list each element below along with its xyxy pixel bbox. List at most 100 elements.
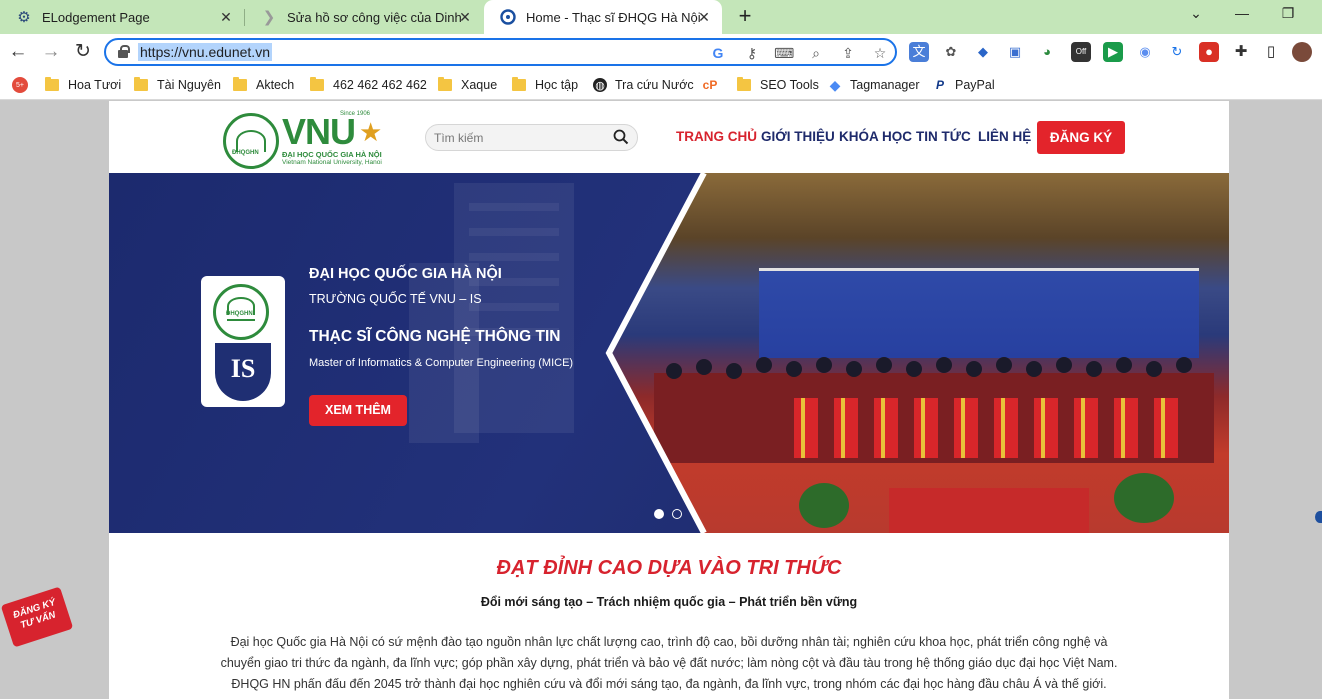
nav-gioi-thieu[interactable]: GIỚI THIỆU: [761, 129, 835, 144]
tab-title: Home - Thạc sĩ ĐHQG Hà Nội: [526, 9, 701, 25]
reload-button[interactable]: ↻: [71, 40, 95, 64]
bookmark-aktech[interactable]: Aktech: [233, 76, 294, 94]
tab-title: Sửa hồ sơ công việc của Dinh Van: [287, 9, 465, 25]
translate-icon[interactable]: ⌨: [774, 43, 794, 63]
settings-extension-icon[interactable]: ✿: [941, 42, 961, 62]
folder-icon: [438, 77, 452, 91]
gear-icon: ⚙: [17, 9, 31, 26]
vnu-emblem-icon: ĐHQGHN: [213, 284, 269, 340]
site-search: [425, 124, 638, 151]
key-icon[interactable]: ⚷: [742, 43, 762, 63]
bookmark-tagmanager[interactable]: ◆ Tagmanager: [828, 76, 920, 94]
restore-icon[interactable]: ❐: [1276, 5, 1300, 22]
hero-slider: ĐHQGHN IS ĐẠI HỌC QUỐC GIA HÀ NỘI TRƯỜNG…: [109, 173, 1229, 533]
cpanel-icon[interactable]: cP: [703, 76, 725, 94]
mission-line: chuyển giao tri thức đa ngành, đa lĩnh v…: [220, 656, 1118, 670]
register-button[interactable]: ĐĂNG KÝ: [1037, 121, 1125, 154]
folder-icon: [45, 77, 59, 91]
edge-icon: [500, 9, 516, 25]
puzzle-icon[interactable]: ✚: [1231, 42, 1251, 62]
slider-dot-1[interactable]: [654, 509, 664, 519]
nav-trang-chu[interactable]: TRANG CHỦ: [676, 129, 757, 144]
bookmark-hoa-tuoi[interactable]: Hoa Tươi: [45, 76, 121, 94]
tab-sua-ho-so[interactable]: ❯ Sửa hồ sơ công việc của Dinh Van ✕: [245, 0, 483, 34]
bookmark-tai-nguyen[interactable]: Tài Nguyên: [134, 76, 221, 94]
nav-lien-he[interactable]: LIÊN HỆ: [978, 129, 1031, 144]
chevron-down-icon[interactable]: ⌄: [1184, 5, 1208, 22]
bookmark-hoc-tap[interactable]: Học tập: [512, 76, 578, 94]
slogan-subheading: Đổi mới sáng tạo – Trách nhiệm quốc gia …: [480, 595, 858, 609]
feather-icon: ❯: [262, 9, 276, 26]
globe-icon: ◍: [593, 78, 607, 92]
page-viewport: ĐHQGHN VNU Since 1906 ★ ĐẠI HỌC QUỐC GIA…: [0, 101, 1322, 699]
mission-line: Đại học Quốc gia Hà Nội có sứ mệnh đào t…: [230, 635, 1108, 649]
site-page: ĐHQGHN VNU Since 1906 ★ ĐẠI HỌC QUỐC GIA…: [109, 101, 1229, 699]
hero-subtitle-program: Master of Informatics & Computer Enginee…: [309, 357, 574, 369]
apps-badge-icon[interactable]: 5+: [12, 76, 36, 94]
slogan-heading: ĐẠT ĐỈNH CAO DỰA VÀO TRI THỨC: [496, 557, 842, 579]
side-scroll-dot[interactable]: [1315, 511, 1322, 523]
lock-icon: [118, 45, 130, 58]
browser-toolbar: ← → ↻ https://vnu.edunet.vn G ⚷ ⌨ ⌕ ⇪ ☆ …: [0, 34, 1322, 70]
slider-dot-2[interactable]: [672, 509, 682, 519]
seo-extension-icon[interactable]: ◕: [1037, 42, 1057, 62]
paypal-icon: P: [935, 78, 944, 92]
search-input[interactable]: [434, 129, 604, 147]
sync-extension-icon[interactable]: ↻: [1167, 42, 1187, 62]
hero-title-program: THẠC SĨ CÔNG NGHỆ THÔNG TIN: [309, 328, 561, 345]
bookmark-462[interactable]: 462 462 462 462: [310, 76, 427, 94]
minimize-icon[interactable]: —: [1230, 5, 1254, 21]
vnu-emblem-icon[interactable]: ĐHQGHN: [223, 113, 279, 169]
folder-icon: [737, 77, 751, 91]
folder-icon: [233, 77, 247, 91]
logo-brand[interactable]: VNU: [282, 111, 356, 153]
google-icon[interactable]: G: [708, 43, 728, 63]
adblock-off-icon[interactable]: Off: [1071, 42, 1091, 62]
search-extension-icon[interactable]: ◉: [1135, 42, 1155, 62]
window-extension-icon[interactable]: ▣: [1005, 42, 1025, 62]
bookmark-tra-cuu-nuoc[interactable]: ◍ Tra cứu Nước: [593, 76, 694, 94]
tab-home-thac-si[interactable]: Home - Thạc sĩ ĐHQG Hà Nội ✕: [484, 0, 722, 34]
nav-tin-tuc[interactable]: TIN TỨC: [916, 129, 971, 144]
search-icon[interactable]: [613, 129, 629, 145]
logo-line1: ĐẠI HỌC QUỐC GIA HÀ NỘI: [282, 150, 382, 159]
address-bar[interactable]: https://vnu.edunet.vn G ⚷ ⌨ ⌕ ⇪ ☆: [104, 38, 897, 66]
tagmanager-icon: ◆: [829, 76, 841, 93]
close-icon[interactable]: ✕: [218, 9, 234, 25]
bookmark-paypal[interactable]: P PayPal: [933, 76, 995, 94]
star-icon: ★: [359, 117, 383, 147]
see-more-button[interactable]: XEM THÊM: [309, 395, 407, 426]
mission-line: ĐHQG HN phấn đấu đến 2045 trở thành đại …: [231, 677, 1107, 691]
star-icon[interactable]: ☆: [870, 43, 890, 63]
tab-elodgement[interactable]: ⚙ ELodgement Page ✕: [0, 0, 244, 34]
bookmark-xaque[interactable]: Xaque: [438, 76, 497, 94]
hero-title-school: TRƯỜNG QUỐC TẾ VNU – IS: [309, 292, 482, 306]
zoom-icon[interactable]: ⌕: [806, 43, 826, 63]
close-icon[interactable]: ✕: [696, 9, 712, 25]
is-shield-icon: IS: [215, 343, 271, 401]
mission-paragraph: Đại học Quốc gia Hà Nội có sứ mệnh đào t…: [109, 632, 1229, 695]
back-button[interactable]: ←: [6, 40, 30, 64]
notification-extension-icon[interactable]: ●: [1199, 42, 1219, 62]
folder-icon: [134, 77, 148, 91]
url-text[interactable]: https://vnu.edunet.vn: [138, 43, 272, 61]
translate-extension-icon[interactable]: 文: [909, 42, 929, 62]
tab-bar: ⚙ ELodgement Page ✕ ❯ Sửa hồ sơ công việ…: [0, 0, 1322, 34]
tag-extension-icon[interactable]: ◆: [973, 42, 993, 62]
tab-title: ELodgement Page: [42, 9, 150, 25]
forward-button[interactable]: →: [39, 40, 63, 64]
program-logo-card: ĐHQGHN IS: [201, 276, 285, 407]
folder-icon: [512, 77, 526, 91]
new-tab-button[interactable]: +: [733, 5, 757, 29]
nav-khoa-hoc[interactable]: KHÓA HỌC: [839, 129, 912, 144]
bookmarks-bar: 5+ Hoa Tươi Tài Nguyên Aktech 462 462 46…: [0, 70, 1322, 100]
avatar[interactable]: [1292, 42, 1312, 62]
record-extension-icon[interactable]: ▶: [1103, 42, 1123, 62]
sidepanel-icon[interactable]: ▯: [1261, 42, 1281, 62]
bookmark-seo-tools[interactable]: SEO Tools: [737, 76, 819, 94]
hero-title-university: ĐẠI HỌC QUỐC GIA HÀ NỘI: [309, 266, 502, 282]
folder-icon: [310, 77, 324, 91]
logo-line2: Vietnam National University, Hanoi: [282, 159, 382, 166]
close-icon[interactable]: ✕: [457, 9, 473, 25]
share-icon[interactable]: ⇪: [838, 43, 858, 63]
